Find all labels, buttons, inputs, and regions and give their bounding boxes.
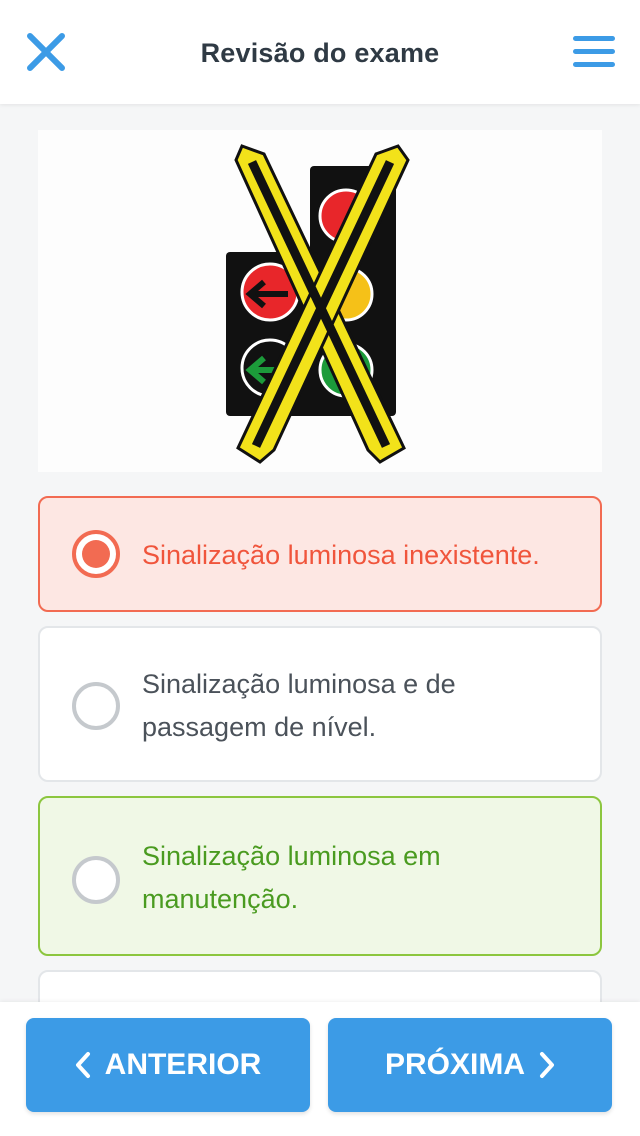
next-button[interactable]: PRÓXIMA (328, 1018, 612, 1112)
previous-button-label: ANTERIOR (104, 1048, 262, 1081)
answer-option-1[interactable]: Sinalização luminosa inexistente. (38, 496, 602, 612)
answer-option-2[interactable]: Sinalização luminosa e de passagem de ní… (38, 626, 602, 782)
radio-unselected-icon (72, 682, 120, 730)
radio-unselected-icon (72, 856, 120, 904)
answer-option-label: Sinalização luminosa e de passagem de ní… (142, 669, 456, 742)
radio-selected-icon (72, 530, 120, 578)
answer-option-label: Sinalização luminosa inexistente. (142, 540, 540, 570)
exam-review-screen: Revisão do exame Sinalização luminosa in… (0, 0, 640, 1136)
answer-option-3[interactable]: Sinalização luminosa em manutenção. (38, 796, 602, 956)
page-title: Revisão do exame (200, 38, 440, 68)
answer-option-label: Sinalização luminosa em manutenção. (142, 841, 441, 914)
chevron-left-icon (75, 1051, 91, 1079)
next-button-label: PRÓXIMA (384, 1048, 525, 1081)
previous-button[interactable]: ANTERIOR (26, 1018, 310, 1112)
menu-button[interactable] (570, 28, 618, 76)
bottom-navigation: ANTERIOR PRÓXIMA (0, 1002, 640, 1136)
chevron-right-icon (539, 1051, 555, 1079)
hamburger-menu-icon (573, 36, 615, 67)
top-bar: Revisão do exame (0, 0, 640, 104)
question-image (38, 130, 602, 472)
traffic-light-crossed-out-sign (226, 144, 410, 464)
